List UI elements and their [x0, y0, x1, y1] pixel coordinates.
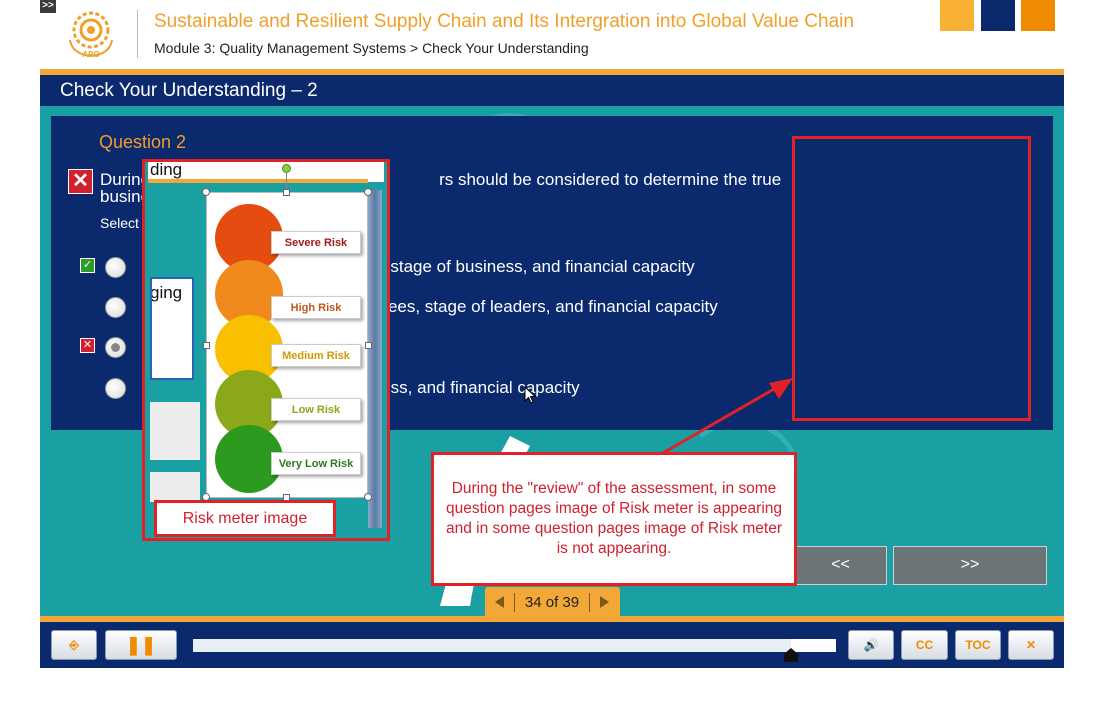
logo-text: APO: [82, 50, 99, 59]
resize-handle[interactable]: [364, 493, 372, 501]
incorrect-feedback-icon: ✕: [68, 169, 93, 194]
pager-divider: [589, 593, 590, 612]
overlay-header-text: ding: [150, 162, 183, 179]
exit-button[interactable]: ⎆: [51, 630, 97, 660]
breadcrumb: Module 3: Quality Management Systems > C…: [154, 40, 589, 56]
resize-handle[interactable]: [364, 188, 372, 196]
next-button[interactable]: >>: [893, 546, 1047, 585]
volume-button[interactable]: 🔊: [848, 630, 894, 660]
progress-fill: [193, 639, 791, 652]
placeholder-block: [150, 402, 200, 460]
header-divider: [137, 10, 138, 58]
medium-risk-label: Medium Risk: [271, 344, 361, 367]
corner-color-block: [940, 0, 974, 31]
option-1-radio[interactable]: [105, 257, 126, 278]
overlay-side-panel: ging: [150, 277, 194, 380]
overlay-side-text: ging: [150, 283, 183, 302]
closed-captions-button[interactable]: CC: [901, 630, 948, 660]
option-2-radio[interactable]: [105, 297, 126, 318]
progress-scrubber-icon[interactable]: [783, 648, 798, 662]
low-risk-label: Low Risk: [271, 398, 361, 421]
question-number: Question 2: [99, 132, 187, 152]
previous-button[interactable]: <<: [794, 546, 887, 585]
risk-meter-caption: Risk meter image: [154, 500, 336, 537]
resize-handle[interactable]: [365, 342, 372, 349]
pager-next-icon[interactable]: [596, 594, 612, 610]
severe-risk-label: Severe Risk: [271, 231, 361, 254]
missing-image-highlight: [792, 136, 1031, 421]
review-annotation-note: During the "review" of the assessment, i…: [431, 452, 797, 586]
slide-title: Check Your Understanding – 2: [40, 75, 1064, 106]
corner-color-block: [1021, 0, 1055, 31]
table-of-contents-button[interactable]: TOC: [955, 630, 1001, 660]
question-text-end: rs should be considered to determine the…: [439, 170, 782, 189]
option-1-text: ry, stage of business, and financial cap…: [368, 257, 695, 276]
option-4-radio[interactable]: [105, 378, 126, 399]
expand-menu-button[interactable]: >>: [40, 0, 56, 13]
placeholder-block: [150, 472, 200, 502]
resize-handle[interactable]: [283, 189, 290, 196]
high-risk-label: High Risk: [271, 296, 361, 319]
pause-button[interactable]: ❚❚: [105, 630, 177, 660]
apo-logo: APO: [69, 11, 113, 59]
option-2-text: oyees, stage of leaders, and financial c…: [370, 297, 718, 316]
option-3-radio[interactable]: [105, 337, 126, 358]
wrong-answer-icon: ✕: [80, 338, 95, 353]
scroll-rail: [368, 190, 382, 528]
option-4-text: iness, and financial capacity: [368, 378, 580, 397]
resize-handle[interactable]: [202, 188, 210, 196]
resize-handle[interactable]: [203, 342, 210, 349]
annotation-arrow-icon: [662, 378, 793, 455]
pager-count: 34 of 39: [524, 594, 580, 611]
mouse-cursor-icon: [524, 386, 536, 404]
corner-color-block: [981, 0, 1015, 31]
course-player-window: >> APO Sustainable and Resilient Supply …: [0, 0, 1112, 705]
very-low-risk-label: Very Low Risk: [271, 452, 361, 475]
course-title: Sustainable and Resilient Supply Chain a…: [154, 11, 854, 32]
close-button[interactable]: ✕: [1008, 630, 1054, 660]
pager-prev-icon[interactable]: [492, 594, 508, 610]
overlay-accent-line: [148, 179, 368, 183]
correct-answer-icon: ✓: [80, 258, 95, 273]
